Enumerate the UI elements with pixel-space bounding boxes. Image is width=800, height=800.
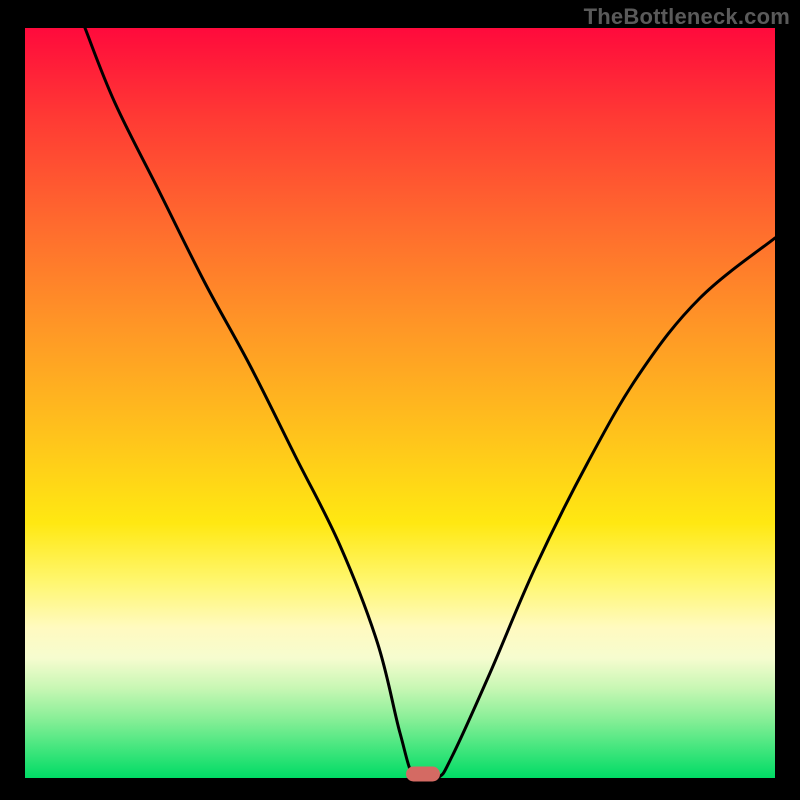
minimum-marker	[406, 767, 440, 782]
plot-area	[25, 28, 775, 778]
bottleneck-curve	[25, 28, 775, 778]
watermark-text: TheBottleneck.com	[584, 4, 790, 30]
chart-frame: TheBottleneck.com	[0, 0, 800, 800]
